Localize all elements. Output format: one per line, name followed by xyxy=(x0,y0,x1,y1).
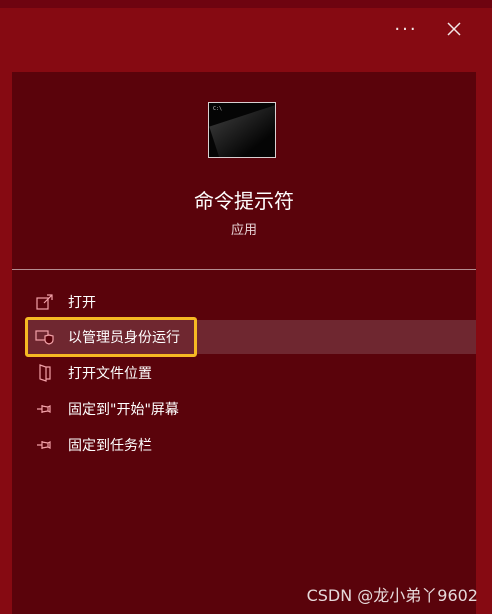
more-options-button[interactable]: ··· xyxy=(384,0,428,58)
command-prompt-icon: C:\ xyxy=(208,102,276,158)
start-menu-flyout: ··· C:\ 命令提示符 应用 打开 以管理员身份运行 打开文件位置 固定到"… xyxy=(0,0,492,614)
app-title: 命令提示符 xyxy=(194,189,294,213)
menu-item-open[interactable]: 打开 xyxy=(26,285,476,319)
menu-item-label: 以管理员身份运行 xyxy=(68,330,180,346)
close-button[interactable] xyxy=(432,0,476,58)
app-detail-panel: C:\ 命令提示符 应用 打开 以管理员身份运行 打开文件位置 固定到"开始"屏… xyxy=(12,72,476,614)
menu-item-label: 固定到"开始"屏幕 xyxy=(68,402,179,418)
watermark: CSDN @龙小弟丫9602 xyxy=(306,586,478,605)
app-type: 应用 xyxy=(230,223,257,238)
menu-item-label: 打开 xyxy=(68,295,96,311)
menu-item-pin-to-start[interactable]: 固定到"开始"屏幕 xyxy=(26,392,476,426)
divider xyxy=(12,269,476,270)
close-icon xyxy=(447,22,461,36)
ellipsis-icon: ··· xyxy=(394,18,418,40)
open-icon xyxy=(34,291,56,313)
pin-icon xyxy=(34,398,56,420)
pin-icon xyxy=(34,434,56,456)
menu-item-open-file-location[interactable]: 打开文件位置 xyxy=(26,356,476,390)
menu-item-run-as-admin[interactable]: 以管理员身份运行 xyxy=(26,320,476,354)
shield-icon xyxy=(34,326,56,348)
icon-caption: C:\ xyxy=(213,106,223,112)
menu-item-pin-to-taskbar[interactable]: 固定到任务栏 xyxy=(26,428,476,462)
menu-item-label: 打开文件位置 xyxy=(68,366,152,382)
folder-icon xyxy=(34,362,56,384)
menu-item-label: 固定到任务栏 xyxy=(68,438,152,454)
